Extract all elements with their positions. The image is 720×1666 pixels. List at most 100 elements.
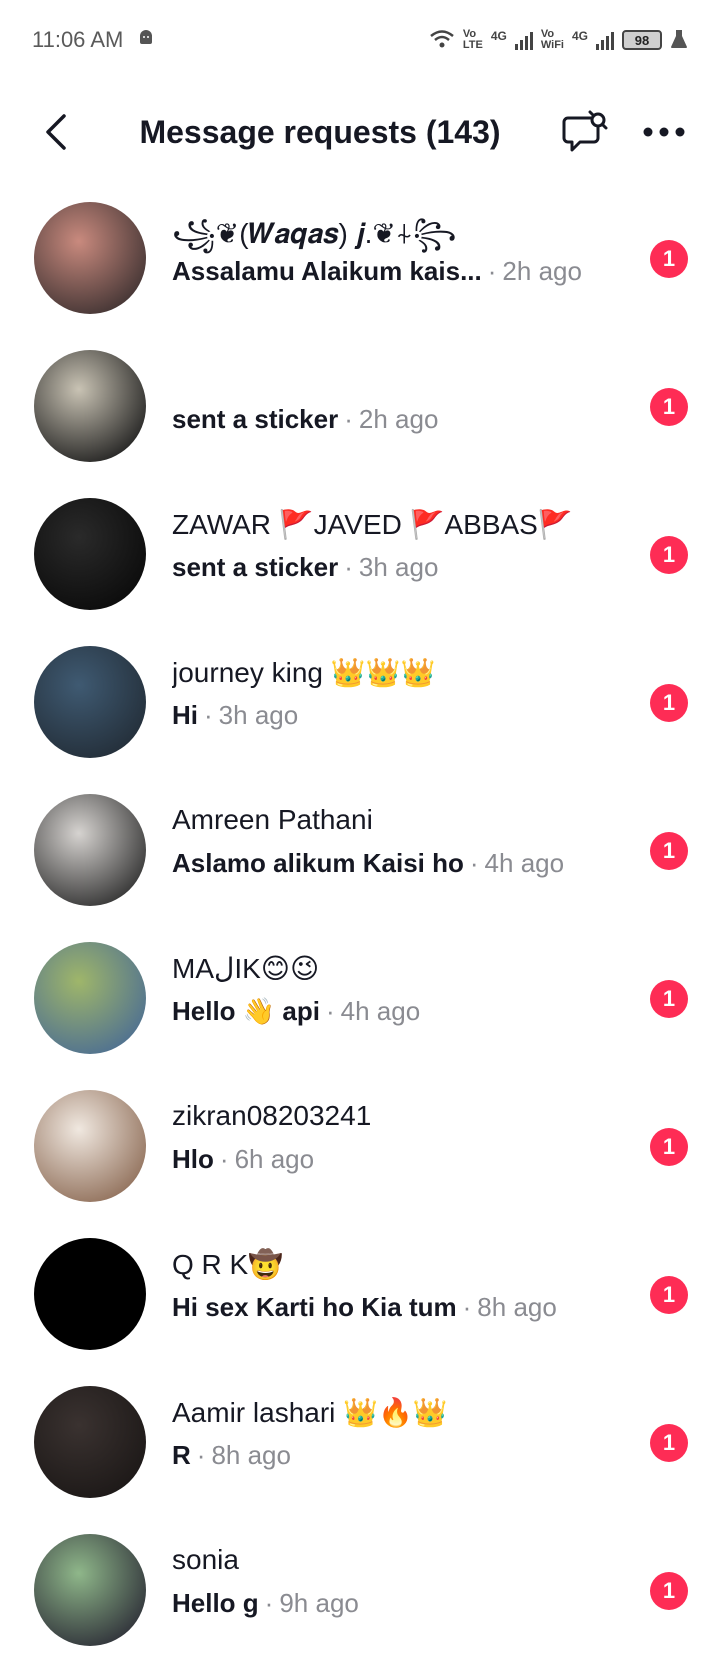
avatar-image: [34, 1386, 146, 1498]
request-sender-name: Q R K🤠: [172, 1249, 284, 1280]
request-sender-name: zikran08203241: [172, 1100, 372, 1131]
request-preview-line: Aslamo alikum Kaisi ho · 4h ago: [172, 848, 632, 879]
request-timestamp: 3h ago: [358, 552, 439, 582]
request-preview-text: R: [172, 1440, 191, 1470]
request-sender-name: journey king 👑👑👑: [172, 657, 436, 688]
avatar-image: [34, 498, 146, 610]
unread-badge: 1: [650, 1424, 688, 1462]
unread-badge: 1: [650, 684, 688, 722]
avatar[interactable]: [34, 350, 146, 462]
request-preview-line: sent a sticker · 3h ago: [172, 552, 632, 583]
message-request-row[interactable]: Q R K🤠 Hi sex Karti ho Kia tum · 8h ago 1: [0, 1222, 720, 1370]
unread-badge: 1: [650, 536, 688, 574]
separator-dot: ·: [219, 1144, 229, 1174]
unread-badge: 1: [650, 980, 688, 1018]
avatar-image: [34, 1534, 146, 1646]
separator-dot: ·: [487, 256, 497, 286]
request-sender-name: ZAWAR 🚩JAVED 🚩ABBAS🚩: [172, 509, 573, 540]
message-request-row[interactable]: Amreen Pathani Aslamo alikum Kaisi ho · 4h …: [0, 778, 720, 926]
mute-requests-button[interactable]: [560, 106, 610, 156]
request-preview-line: Hello g · 9h ago: [172, 1588, 632, 1619]
vowifi-label: Vo WiFi: [540, 28, 564, 51]
battery-indicator: 98: [622, 30, 662, 50]
request-preview-text: Aslamo alikum Kaisi ho: [172, 848, 464, 878]
request-preview-text: Hello g: [172, 1588, 259, 1618]
request-preview-line: Hi · 3h ago: [172, 700, 632, 731]
status-bar: 11:06 AM Vo LTE 4G Vo WiFi 4G 98: [0, 0, 720, 80]
request-timestamp: 9h ago: [279, 1588, 359, 1618]
avatar[interactable]: [34, 202, 146, 314]
avatar[interactable]: [34, 942, 146, 1054]
message-request-row[interactable]: sonia Hello g · 9h ago 1: [0, 1518, 720, 1666]
avatar-image: [34, 646, 146, 758]
request-timestamp: 4h ago: [340, 996, 421, 1026]
more-dots-icon: [643, 127, 685, 137]
message-request-row[interactable]: ZAWAR 🚩JAVED 🚩ABBAS🚩 sent a sticker · 3h ag…: [0, 482, 720, 630]
request-timestamp: 8h ago: [211, 1440, 291, 1470]
separator-dot: ·: [325, 996, 335, 1026]
message-request-list: ꧁❦(𝑾𝒂𝒒𝒂𝒔) 𝒋.❦⍭꧂ Assalamu Alaikum kais... ·…: [0, 186, 720, 1666]
avatar[interactable]: [34, 794, 146, 906]
request-sender-name: sonia: [172, 1544, 239, 1575]
android-debug-icon: [137, 27, 155, 53]
message-request-row[interactable]: ꧁❦(𝑾𝒂𝒒𝒂𝒔) 𝒋.❦⍭꧂ Assalamu Alaikum kais... ·…: [0, 186, 720, 334]
separator-dot: ·: [196, 1440, 206, 1470]
unread-badge: 1: [650, 832, 688, 870]
status-time: 11:06 AM: [32, 27, 124, 52]
separator-dot: ·: [264, 1588, 274, 1618]
flask-icon: [670, 29, 688, 52]
request-preview-line: Assalamu Alaikum kais... · 2h ago: [172, 256, 632, 287]
request-sender-name: Amreen Pathani: [172, 804, 373, 835]
separator-dot: ·: [204, 700, 213, 730]
avatar-image: [34, 794, 146, 906]
separator-dot: ·: [462, 1292, 472, 1322]
unread-badge: 1: [650, 1572, 688, 1610]
request-preview-line: R · 8h ago: [172, 1440, 632, 1471]
more-options-button[interactable]: [636, 108, 692, 156]
request-preview-text: sent a sticker: [172, 552, 339, 582]
message-request-row[interactable]: journey king 👑👑👑 Hi · 3h ago 1: [0, 630, 720, 778]
network-type-2: 4G: [571, 28, 588, 43]
avatar[interactable]: [34, 1534, 146, 1646]
request-preview-text: Hlo: [172, 1144, 214, 1174]
status-icons: Vo LTE 4G Vo WiFi 4G 98: [429, 29, 688, 52]
separator-dot: ·: [344, 552, 353, 582]
unread-badge: 1: [650, 1128, 688, 1166]
request-preview-text: Assalamu Alaikum kais...: [172, 256, 482, 286]
request-preview-text: sent a sticker: [172, 404, 339, 434]
request-preview-text: Hello 👋 api: [172, 996, 320, 1026]
message-request-row[interactable]: Aamir lashari 👑🔥👑 R · 8h ago 1: [0, 1370, 720, 1518]
avatar-image: [34, 350, 146, 462]
request-timestamp: 3h ago: [218, 700, 299, 730]
avatar-image: [34, 202, 146, 314]
wifi-icon: [429, 29, 455, 52]
request-timestamp: 2h ago: [358, 404, 439, 434]
request-preview-line: Hi sex Karti ho Kia tum · 8h ago: [172, 1292, 632, 1323]
avatar[interactable]: [34, 498, 146, 610]
avatar[interactable]: [34, 1238, 146, 1350]
unread-badge: 1: [650, 388, 688, 426]
request-timestamp: 6h ago: [234, 1144, 315, 1174]
request-preview-line: sent a sticker · 2h ago: [172, 404, 632, 435]
signal-icon-2: [596, 30, 614, 50]
signal-icon-1: [514, 30, 533, 50]
message-request-row[interactable]: sent a sticker · 2h ago 1: [0, 334, 720, 482]
message-request-row[interactable]: MAلIK😊😉 Hello 👋 api · 4h ago 1: [0, 926, 720, 1074]
avatar-image: [34, 1238, 146, 1350]
request-timestamp: 8h ago: [477, 1292, 557, 1322]
request-timestamp: 2h ago: [502, 256, 582, 286]
request-preview-text: Hi sex Karti ho Kia tum: [172, 1292, 457, 1322]
message-request-row[interactable]: zikran08203241 Hlo · 6h ago 1: [0, 1074, 720, 1222]
avatar[interactable]: [34, 1386, 146, 1498]
chat-bubble-off-icon: [562, 110, 608, 152]
avatar-image: [34, 1090, 146, 1202]
request-preview-text: Hi: [172, 700, 198, 730]
request-preview-line: Hello 👋 api · 4h ago: [172, 996, 632, 1027]
request-sender-name: MAلIK😊😉: [172, 953, 320, 984]
avatar[interactable]: [34, 646, 146, 758]
page-title: Message requests (143): [139, 113, 501, 150]
network-type-1: 4G: [490, 28, 507, 43]
request-sender-name: Aamir lashari 👑🔥👑: [172, 1397, 448, 1428]
avatar[interactable]: [34, 1090, 146, 1202]
request-timestamp: 4h ago: [484, 848, 565, 878]
